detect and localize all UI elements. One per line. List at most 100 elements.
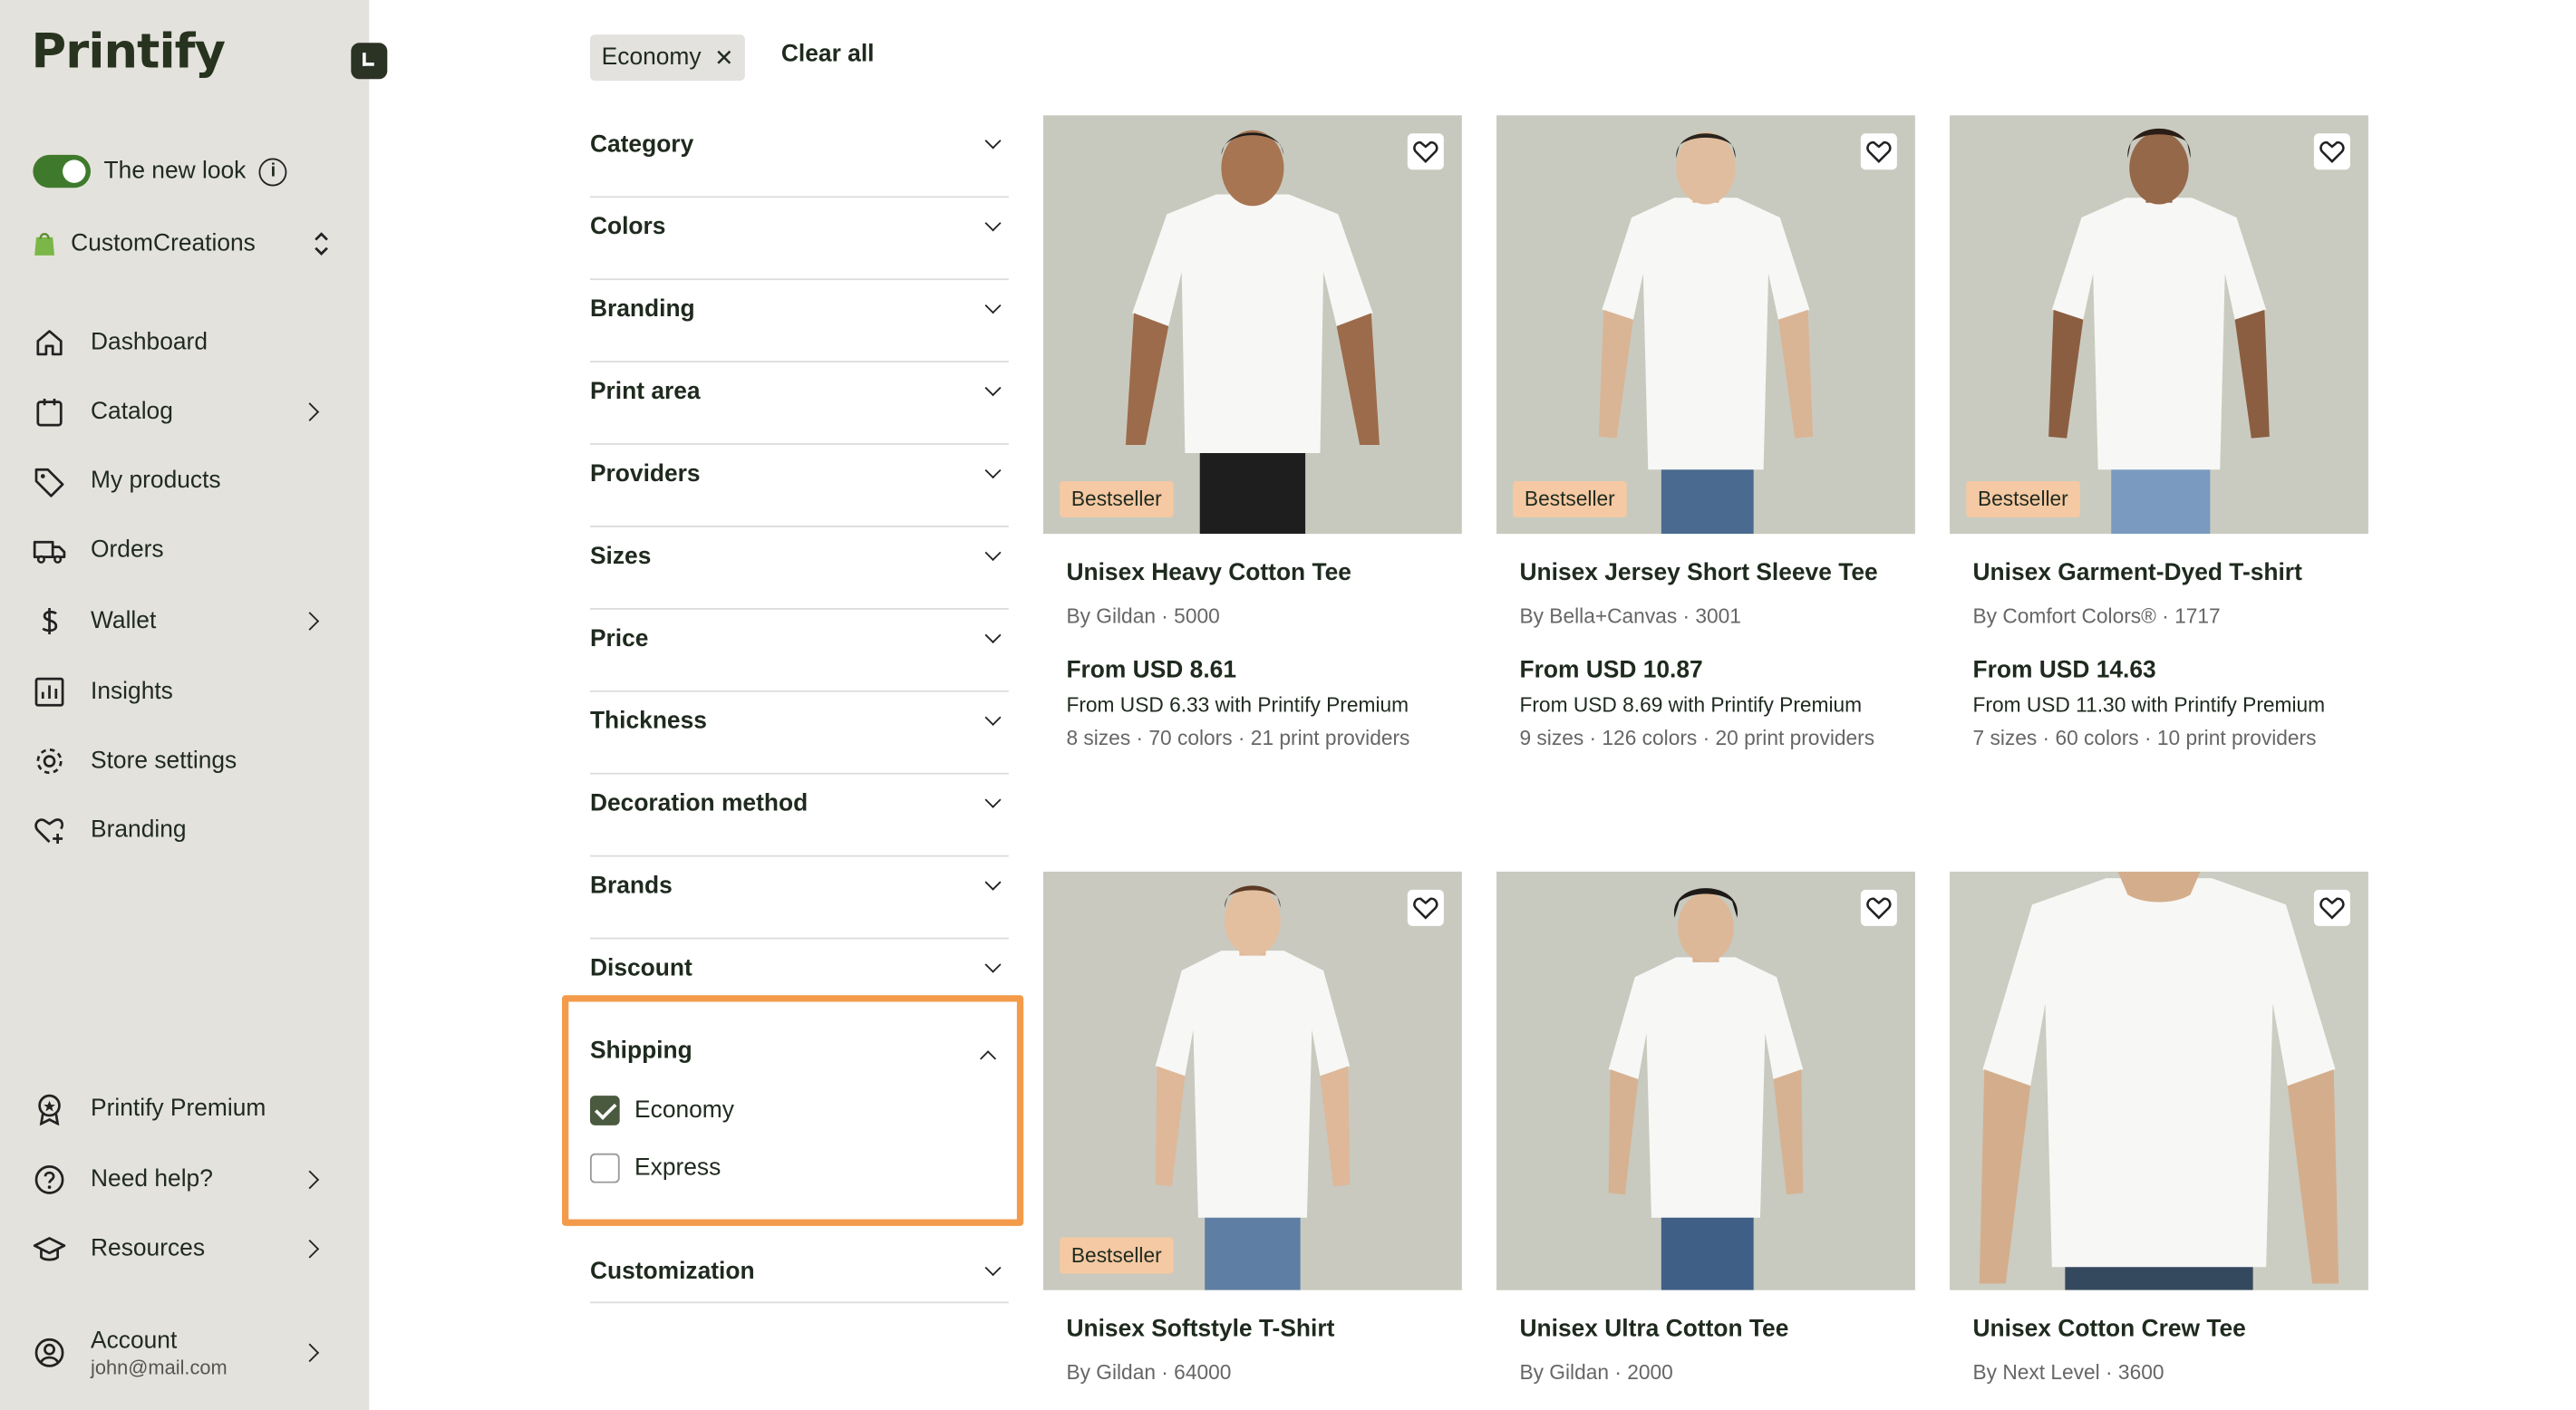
product-meta: 9 sizes · 126 colors · 20 print provider…	[1519, 726, 1875, 750]
clear-all-button[interactable]: Clear all	[781, 41, 875, 67]
filter-decoration-method[interactable]: Decoration method	[589, 775, 1009, 857]
product-name[interactable]: Unisex Jersey Short Sleeve Tee	[1519, 560, 1914, 586]
bestseller-badge: Bestseller	[1966, 480, 2080, 517]
product-premium-price: From USD 11.30 with Printify Premium	[1972, 693, 2326, 717]
store-name: CustomCreations	[71, 230, 256, 257]
bar-chart-icon	[34, 677, 64, 707]
new-look-label: The new look	[103, 158, 247, 185]
favorite-button[interactable]	[1860, 133, 1897, 170]
favorite-button[interactable]	[1407, 133, 1444, 170]
product-name[interactable]: Unisex Cotton Crew Tee	[1973, 1317, 2368, 1343]
product-card[interactable]: Bestseller Unisex Heavy Cotton Tee By Gi…	[1042, 115, 1462, 750]
bestseller-badge: Bestseller	[1060, 480, 1174, 517]
nav-insights[interactable]: Insights	[33, 671, 329, 713]
account-email: john@mail.com	[91, 1355, 228, 1379]
favorite-button[interactable]	[1860, 889, 1897, 926]
filter-title: Print area	[589, 379, 701, 406]
filter-price[interactable]: Price	[589, 610, 1009, 692]
favorite-button[interactable]	[1407, 889, 1444, 926]
product-name[interactable]: Unisex Garment-Dyed T-shirt	[1973, 560, 2368, 586]
product-image[interactable]: Bestseller	[1496, 115, 1915, 535]
filter-branding[interactable]: Branding	[589, 280, 1009, 363]
nav-label: My products	[91, 468, 221, 495]
shipping-option-economy[interactable]: Economy	[589, 1096, 734, 1125]
product-image[interactable]: Bestseller	[1042, 115, 1462, 535]
nav-catalog[interactable]: Catalog	[33, 391, 329, 433]
nav-store-settings[interactable]: Store settings	[33, 739, 329, 782]
nav-dashboard[interactable]: Dashboard	[33, 322, 329, 364]
sidebar: Printify The new look i CustomCreations …	[0, 0, 388, 1410]
account-info: Account john@mail.com	[91, 1328, 304, 1378]
option-label: Economy	[634, 1096, 734, 1125]
nav-printify-premium[interactable]: Printify Premium	[33, 1087, 329, 1130]
product-image[interactable]	[1950, 871, 2368, 1290]
nav-label: Wallet	[91, 607, 157, 635]
nav-label: Resources	[91, 1235, 206, 1262]
product-card[interactable]: Bestseller Unisex Garment-Dyed T-shirt B…	[1950, 115, 2368, 749]
product-card[interactable]: Bestseller Unisex Softstyle T-Shirt By G…	[1042, 871, 1462, 1385]
nav-my-products[interactable]: My products	[33, 459, 329, 502]
shipping-title[interactable]: Shipping	[590, 1038, 692, 1065]
chevron-down-icon	[984, 462, 1002, 479]
filter-providers[interactable]: Providers	[589, 445, 1009, 527]
close-icon[interactable]: ✕	[714, 43, 733, 72]
product-name[interactable]: Unisex Ultra Cotton Tee	[1519, 1317, 1914, 1343]
filter-sizes[interactable]: Sizes	[589, 527, 1009, 610]
collapse-sidebar-icon[interactable]	[351, 43, 388, 80]
filter-print-area[interactable]: Print area	[589, 362, 1009, 445]
filter-title: Branding	[589, 296, 695, 324]
filter-title: Price	[589, 625, 649, 653]
store-switcher[interactable]: CustomCreations	[33, 231, 329, 257]
chevron-down-icon	[984, 874, 1002, 891]
product-card[interactable]: Unisex Ultra Cotton Tee By Gildan · 2000	[1496, 871, 1915, 1384]
economy-checkbox[interactable]	[589, 1096, 620, 1125]
product-name[interactable]: Unisex Heavy Cotton Tee	[1066, 560, 1461, 586]
tshirt-model-photo	[1125, 130, 1380, 535]
chevron-right-icon	[300, 1239, 320, 1259]
chevron-right-icon	[300, 612, 320, 631]
printify-logo[interactable]: Printify	[32, 23, 227, 79]
filter-category[interactable]: Category	[589, 115, 1009, 198]
nav-account[interactable]: Account john@mail.com	[33, 1325, 329, 1381]
tshirt-model-photo	[2048, 128, 2270, 535]
product-image[interactable]: Bestseller	[1042, 871, 1462, 1290]
heart-icon	[1866, 140, 1892, 163]
filter-thickness[interactable]: Thickness	[589, 692, 1009, 775]
heart-icon	[2319, 897, 2345, 920]
filter-brands[interactable]: Brands	[589, 857, 1009, 940]
nav-wallet[interactable]: Wallet	[33, 600, 329, 642]
filter-title: Discount	[589, 955, 692, 982]
gear-icon	[36, 748, 63, 775]
product-brand: By Gildan · 64000	[1066, 1360, 1232, 1385]
active-filter-chip[interactable]: Economy ✕	[589, 34, 746, 82]
product-name[interactable]: Unisex Softstyle T-Shirt	[1066, 1317, 1461, 1343]
filter-title: Providers	[589, 461, 701, 488]
product-card[interactable]: Bestseller Unisex Jersey Short Sleeve Te…	[1496, 115, 1915, 749]
favorite-button[interactable]	[2313, 133, 2350, 170]
home-icon	[36, 330, 63, 356]
chevron-up-icon[interactable]	[980, 1050, 997, 1067]
product-card[interactable]: Unisex Cotton Crew Tee By Next Level · 3…	[1950, 871, 2368, 1384]
filter-customization[interactable]: Customization	[589, 1242, 1009, 1304]
favorite-button[interactable]	[2313, 889, 2350, 926]
chevron-down-icon	[984, 1260, 1002, 1277]
product-meta: 8 sizes · 70 colors · 21 print providers	[1066, 726, 1410, 750]
premium-badge-icon	[38, 1094, 61, 1125]
nav-resources[interactable]: Resources	[33, 1228, 329, 1270]
nav-branding[interactable]: Branding	[33, 809, 329, 852]
filter-colors[interactable]: Colors	[589, 198, 1009, 281]
chevron-down-icon	[984, 709, 1002, 726]
nav-orders[interactable]: Orders	[33, 529, 329, 572]
product-image[interactable]	[1496, 871, 1915, 1290]
option-label: Express	[634, 1154, 721, 1182]
dollar-icon	[42, 607, 58, 635]
tshirt-model-photo	[1155, 885, 1351, 1290]
new-look-toggle[interactable]	[33, 154, 92, 188]
filter-title: Sizes	[589, 544, 652, 571]
express-checkbox[interactable]	[589, 1153, 620, 1183]
info-icon[interactable]: i	[258, 157, 287, 186]
product-premium-price: From USD 6.33 with Printify Premium	[1066, 693, 1409, 717]
product-image[interactable]: Bestseller	[1950, 115, 2368, 535]
nav-need-help[interactable]: Need help?	[33, 1158, 329, 1201]
shipping-option-express[interactable]: Express	[589, 1153, 721, 1183]
